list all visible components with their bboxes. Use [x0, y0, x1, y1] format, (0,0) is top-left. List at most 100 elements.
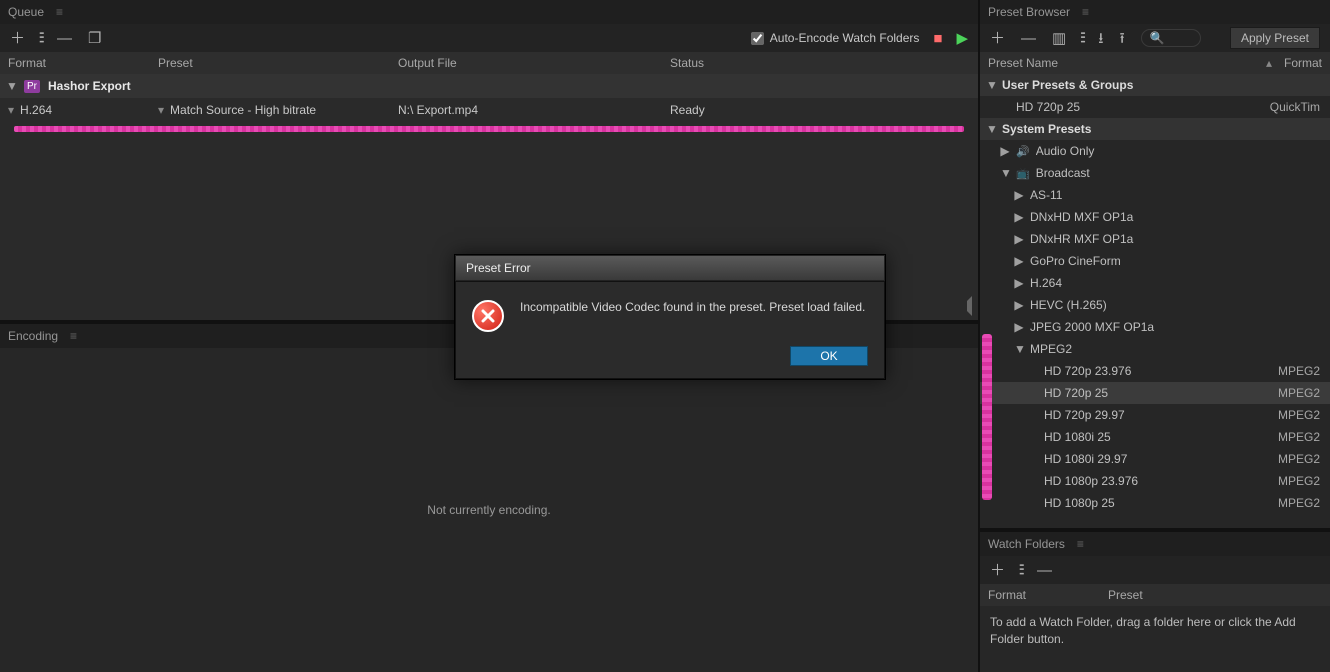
dialog-message: Incompatible Video Codec found in the pr… — [520, 300, 865, 314]
new-group-button[interactable]: ▥ — [1052, 31, 1066, 46]
tv-icon: 📺 — [1016, 167, 1030, 180]
annotation-highlight — [982, 334, 992, 500]
queue-header: Queue ≡ — [0, 0, 978, 24]
panel-menu-icon[interactable]: ≡ — [1077, 537, 1082, 551]
dialog-titlebar[interactable]: Preset Error — [455, 255, 885, 281]
preset-tree-item[interactable]: ▶H.264 — [980, 272, 1330, 294]
preset-item-format: QuickTim — [1270, 100, 1320, 114]
tree-caret-icon[interactable]: ▶ — [1014, 298, 1024, 312]
tree-caret-icon[interactable]: ▶ — [1014, 320, 1024, 334]
search-input[interactable]: 🔍 — [1141, 29, 1201, 47]
queue-group[interactable]: ▼ Pr Hashor Export — [0, 74, 978, 98]
expand-caret-icon[interactable]: ▼ — [6, 79, 16, 93]
preset-item-format: MPEG2 — [1278, 386, 1320, 400]
wf-col-preset[interactable]: Preset — [1100, 588, 1151, 602]
ok-button[interactable]: OK — [790, 346, 868, 366]
col-preset[interactable]: Preset — [150, 56, 390, 70]
preset-tree-item[interactable]: ▼MPEG2 — [980, 338, 1330, 360]
tree-caret-icon[interactable]: ▼ — [1000, 166, 1010, 180]
error-icon — [472, 300, 504, 332]
preset-browser-header: Preset Browser ≡ — [980, 0, 1330, 24]
preset-tree-item[interactable]: HD 720p 23.976MPEG2 — [980, 360, 1330, 382]
stop-button[interactable]: ■ — [933, 31, 942, 46]
tree-caret-icon[interactable]: ▶ — [1014, 210, 1024, 224]
preset-item-label: Audio Only — [1036, 144, 1320, 158]
preset-tree-item[interactable]: ▶AS-11 — [980, 184, 1330, 206]
auto-encode-label: Auto-Encode Watch Folders — [770, 31, 920, 45]
preset-tree-item[interactable]: HD 720p 29.97MPEG2 — [980, 404, 1330, 426]
premiere-badge-icon: Pr — [24, 80, 40, 93]
row-status: Ready — [670, 103, 705, 117]
auto-encode-checkbox[interactable]: Auto-Encode Watch Folders — [751, 31, 920, 45]
tree-caret-icon[interactable]: ▶ — [1014, 188, 1024, 202]
preset-tree[interactable]: ▼User Presets & GroupsHD 720p 25QuickTim… — [980, 74, 1330, 528]
preset-item-label: HD 1080p 23.976 — [1044, 474, 1272, 488]
apply-preset-button[interactable]: Apply Preset — [1230, 27, 1320, 49]
encoding-title: Encoding — [8, 329, 58, 343]
preset-tree-item[interactable]: ▶ 🔊 Audio Only — [980, 140, 1330, 162]
row-output[interactable]: N:\ Export.mp4 — [398, 103, 478, 117]
tree-caret-icon[interactable]: ▼ — [986, 122, 996, 136]
panel-menu-icon[interactable]: ≡ — [56, 5, 61, 19]
preset-tree-item[interactable]: HD 720p 25QuickTim — [980, 96, 1330, 118]
preset-tree-item[interactable]: ▼User Presets & Groups — [980, 74, 1330, 96]
col-format[interactable]: Format — [1284, 56, 1322, 70]
preset-tree-item[interactable]: ▶ DNxHR MXF OP1a — [980, 228, 1330, 250]
tree-caret-icon[interactable]: ▼ — [1014, 342, 1024, 356]
wf-col-format[interactable]: Format — [980, 588, 1100, 602]
preset-item-label: DNxHR MXF OP1a — [1030, 232, 1320, 246]
panel-menu-icon[interactable]: ≡ — [1082, 5, 1087, 19]
preset-tree-item[interactable]: HD 1080i 29.97MPEG2 — [980, 448, 1330, 470]
col-preset-name[interactable]: Preset Name — [988, 56, 1266, 70]
preset-tree-item[interactable]: ▶GoPro CineForm — [980, 250, 1330, 272]
watch-folders-header: Watch Folders ≡ — [980, 532, 1330, 556]
queue-toolbar: ＋ ⫶⫶⫶ — ❐ Auto-Encode Watch Folders ■ ▶ — [0, 24, 978, 52]
preset-item-label: HD 1080p 25 — [1044, 496, 1272, 510]
preset-tree-item[interactable]: ▶DNxHD MXF OP1a — [980, 206, 1330, 228]
sort-asc-icon[interactable]: ▴ — [1266, 56, 1272, 70]
preset-browser-title: Preset Browser — [988, 5, 1070, 19]
remove-folder-button[interactable]: — — [1037, 563, 1052, 578]
preset-tree-item[interactable]: ▶JPEG 2000 MXF OP1a — [980, 316, 1330, 338]
preset-columns: Preset Name ▴ Format — [980, 52, 1330, 74]
preset-tree-item[interactable]: ▶HEVC (H.265) — [980, 294, 1330, 316]
panel-menu-icon[interactable]: ≡ — [70, 329, 75, 343]
remove-button[interactable]: — — [57, 31, 72, 46]
start-queue-button[interactable]: ▶ — [956, 31, 968, 46]
tree-caret-icon[interactable]: ▼ — [986, 78, 996, 92]
speaker-icon: 🔊 — [1016, 145, 1030, 158]
preset-tree-item[interactable]: HD 720p 25MPEG2 — [980, 382, 1330, 404]
row-format: H.264 — [20, 103, 52, 117]
export-preset-button[interactable]: ⭱ — [1119, 31, 1124, 46]
preset-item-format: MPEG2 — [1278, 452, 1320, 466]
preset-tree-item[interactable]: HD 1080p 23.976MPEG2 — [980, 470, 1330, 492]
add-folder-button[interactable]: ＋ — [990, 563, 1005, 578]
preset-tree-item[interactable]: ▼System Presets — [980, 118, 1330, 140]
dropdown-caret-icon[interactable]: ▾ — [8, 103, 14, 117]
preset-tree-item[interactable]: HD 1080p 25MPEG2 — [980, 492, 1330, 514]
preset-toolbar: ＋ — ▥ ⫶⫶⫶ ⭳ ⭱ 🔍 Apply Preset — [980, 24, 1330, 52]
encoding-status-text: Not currently encoding. — [427, 503, 550, 517]
import-preset-button[interactable]: ⭳ — [1098, 31, 1103, 46]
delete-preset-button[interactable]: — — [1021, 31, 1036, 46]
duplicate-button[interactable]: ❐ — [88, 31, 101, 46]
tree-caret-icon[interactable]: ▶ — [1014, 276, 1024, 290]
preset-item-format: MPEG2 — [1278, 364, 1320, 378]
col-status[interactable]: Status — [662, 56, 978, 70]
new-preset-button[interactable]: ＋ — [990, 31, 1005, 46]
preset-tree-item[interactable]: ▼ 📺 Broadcast — [980, 162, 1330, 184]
col-format[interactable]: Format — [0, 56, 150, 70]
queue-columns: Format Preset Output File Status — [0, 52, 978, 74]
tree-caret-icon[interactable]: ▶ — [1014, 232, 1024, 246]
preset-tree-item[interactable]: HD 1080i 25MPEG2 — [980, 426, 1330, 448]
queue-group-title: Hashor Export — [48, 79, 131, 93]
search-icon: 🔍 — [1150, 31, 1165, 45]
tree-caret-icon[interactable]: ▶ — [1000, 144, 1010, 158]
watch-folders-toolbar: ＋ ⫶⫶⫶ — — [980, 556, 1330, 584]
col-output[interactable]: Output File — [390, 56, 662, 70]
queue-row[interactable]: ▾H.264 ▾Match Source - High bitrate N:\ … — [0, 98, 978, 122]
dropdown-caret-icon[interactable]: ▾ — [158, 103, 164, 117]
tree-caret-icon[interactable]: ▶ — [1014, 254, 1024, 268]
add-source-button[interactable]: ＋ — [10, 31, 25, 46]
preset-item-label: Broadcast — [1036, 166, 1320, 180]
